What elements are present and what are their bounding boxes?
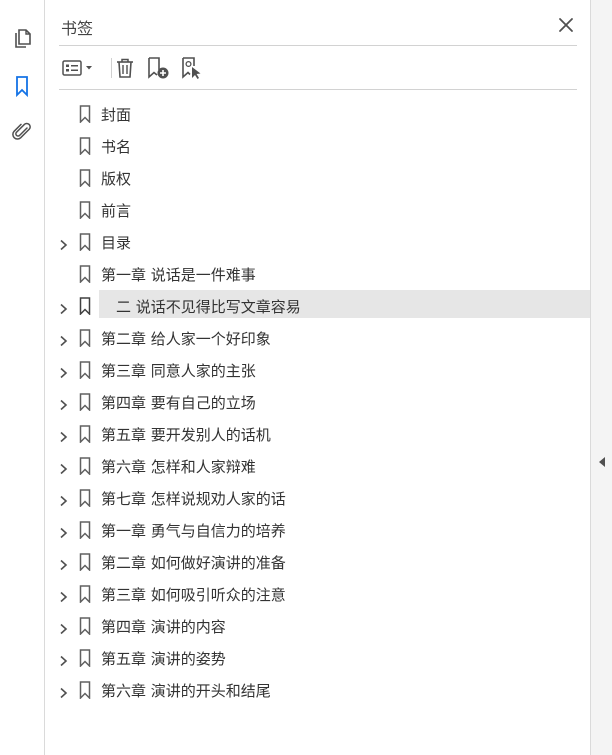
- bookmark-tree: 封面书名版权前言目录第一章 说话是一件难事 二 说话不见得比写文章容易 第二章 给…: [45, 98, 612, 706]
- panel-title: 书签: [61, 19, 94, 38]
- bookmark-item[interactable]: 第五章 要开发别人的话机: [45, 418, 590, 450]
- bookmark-item[interactable]: 第七章 怎样说规劝人家的话: [45, 482, 590, 514]
- bookmark-label: 第三章 同意人家的主张: [101, 362, 256, 380]
- bookmark-icon: [79, 169, 91, 188]
- bookmark-icon: [79, 585, 91, 604]
- bookmark-label: 书名: [101, 138, 132, 156]
- panel-header: 书签: [59, 8, 577, 46]
- bookmark-icon: [79, 425, 91, 444]
- bookmark-label: 封面: [101, 106, 132, 124]
- bookmark-label: 目录: [101, 234, 132, 252]
- bookmark-item[interactable]: 第一章 说话是一件难事: [45, 258, 590, 290]
- collapse-arrow-icon[interactable]: [598, 456, 606, 468]
- bookmark-item[interactable]: 第四章 要有自己的立场: [45, 386, 590, 418]
- bookmark-label: 第三章 如何吸引听众的注意: [101, 586, 286, 604]
- bookmark-icon: [79, 393, 91, 412]
- chevron-right-icon[interactable]: [57, 492, 69, 507]
- bookmark-row-highlight: [99, 130, 612, 158]
- bookmark-icon: [79, 297, 91, 316]
- bookmark-icon: [79, 681, 91, 700]
- bookmark-row-highlight: [99, 162, 612, 190]
- bookmark-structure-icon: [182, 57, 201, 79]
- bookmark-item[interactable]: 前言: [45, 194, 590, 226]
- chevron-right-icon[interactable]: [57, 396, 69, 411]
- bookmark-label: 第五章 要开发别人的话机: [101, 426, 271, 444]
- bookmark-row-highlight: [99, 98, 612, 126]
- bookmark-label: 第二章 给人家一个好印象: [101, 330, 271, 348]
- bookmark-item[interactable]: 第二章 如何做好演讲的准备: [45, 546, 590, 578]
- bookmark-row-highlight: [99, 194, 612, 222]
- bookmark-label: 版权: [101, 170, 132, 188]
- bookmark-label: 二 说话不见得比写文章容易: [101, 298, 301, 316]
- bookmark-icon: [79, 489, 91, 508]
- options-menu-icon: [62, 60, 92, 76]
- bookmark-label: 第四章 要有自己的立场: [101, 394, 256, 412]
- bookmark-label: 第七章 怎样说规劝人家的话: [101, 490, 286, 508]
- trash-icon: [117, 58, 133, 78]
- toolbar-separator: [111, 58, 112, 78]
- bookmark-label: 第二章 如何做好演讲的准备: [101, 554, 286, 572]
- bookmark-icon: [79, 137, 91, 156]
- bookmark-icon: [79, 553, 91, 572]
- bookmark-item[interactable]: 第六章 演讲的开头和结尾: [45, 674, 590, 706]
- bookmark-item[interactable]: 第三章 同意人家的主张: [45, 354, 590, 386]
- delete-bookmark-button[interactable]: [113, 56, 137, 80]
- bookmark-label: 第四章 演讲的内容: [101, 618, 226, 636]
- bookmark-label: 第一章 勇气与自信力的培养: [101, 522, 286, 540]
- bookmark-item[interactable]: 第五章 演讲的姿势: [45, 642, 590, 674]
- chevron-right-icon[interactable]: [57, 428, 69, 443]
- bookmark-row-highlight: [99, 226, 612, 254]
- bookmark-label: 第六章 演讲的开头和结尾: [101, 682, 271, 700]
- bookmark-icon: [79, 649, 91, 668]
- bookmark-icon[interactable]: [10, 74, 34, 98]
- bookmark-icon: [79, 521, 91, 540]
- chevron-right-icon[interactable]: [57, 364, 69, 379]
- bookmark-icon: [79, 329, 91, 348]
- add-bookmark-icon: [148, 57, 169, 79]
- chevron-right-icon[interactable]: [57, 332, 69, 347]
- bookmark-item[interactable]: 书名: [45, 130, 590, 162]
- left-navigation-rail: [0, 0, 45, 755]
- bookmark-icon: [79, 265, 91, 284]
- page-thumbnails-icon[interactable]: [10, 26, 34, 50]
- chevron-right-icon[interactable]: [57, 652, 69, 667]
- options-menu-button[interactable]: [61, 56, 97, 80]
- bookmark-icon: [79, 361, 91, 380]
- bookmark-label: 第五章 演讲的姿势: [101, 650, 226, 668]
- bookmark-item[interactable]: 二 说话不见得比写文章容易: [45, 290, 612, 322]
- bookmark-icon: [79, 233, 91, 252]
- attachment-icon[interactable]: [10, 120, 34, 144]
- bookmarks-panel: 书签 封面 书名 版权 前言 目录 第一章 说话是一件难事 二 说话不见得比写文…: [45, 0, 612, 755]
- panel-splitter[interactable]: [590, 0, 612, 755]
- close-icon[interactable]: [557, 16, 575, 34]
- chevron-right-icon[interactable]: [57, 556, 69, 571]
- bookmark-item[interactable]: 第二章 给人家一个好印象: [45, 322, 590, 354]
- chevron-right-icon[interactable]: [57, 524, 69, 539]
- chevron-right-icon[interactable]: [57, 236, 69, 251]
- bookmark-icon: [79, 457, 91, 476]
- chevron-right-icon[interactable]: [57, 684, 69, 699]
- chevron-right-icon[interactable]: [57, 300, 69, 315]
- bookmark-item[interactable]: 封面: [45, 98, 590, 130]
- bookmark-toolbar: [59, 46, 577, 90]
- new-bookmark-button[interactable]: [145, 56, 171, 80]
- chevron-right-icon[interactable]: [57, 620, 69, 635]
- bookmark-item[interactable]: 第六章 怎样和人家辩难: [45, 450, 590, 482]
- bookmark-icon: [79, 105, 91, 124]
- bookmark-item[interactable]: 目录: [45, 226, 590, 258]
- bookmark-label: 第一章 说话是一件难事: [101, 266, 256, 284]
- bookmark-item[interactable]: 第一章 勇气与自信力的培养: [45, 514, 590, 546]
- bookmark-icon: [79, 617, 91, 636]
- bookmark-icon: [79, 201, 91, 220]
- bookmark-item[interactable]: 版权: [45, 162, 590, 194]
- chevron-right-icon[interactable]: [57, 588, 69, 603]
- bookmark-label: 第六章 怎样和人家辩难: [101, 458, 256, 476]
- bookmark-label: 前言: [101, 202, 132, 220]
- new-bookmark-from-structure-button[interactable]: [179, 56, 205, 80]
- bookmark-item[interactable]: 第三章 如何吸引听众的注意: [45, 578, 590, 610]
- bookmark-item[interactable]: 第四章 演讲的内容: [45, 610, 590, 642]
- chevron-right-icon[interactable]: [57, 460, 69, 475]
